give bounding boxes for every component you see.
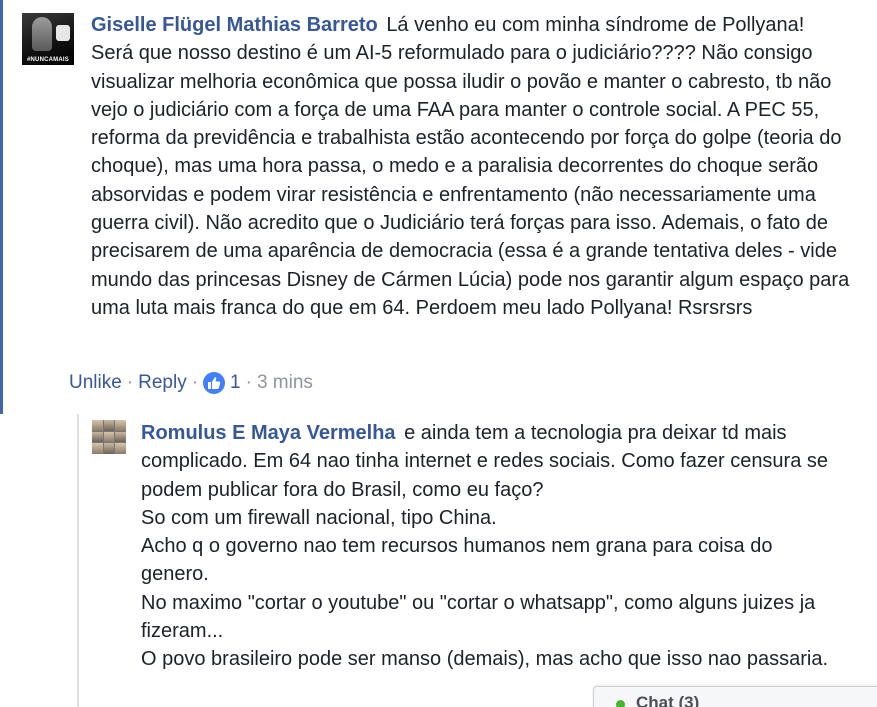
reply-thread-line <box>77 414 79 707</box>
online-status-icon <box>616 700 625 707</box>
chat-label: Chat (3) <box>636 693 700 707</box>
reply-line: O povo brasileiro pode ser manso (demais… <box>141 648 829 671</box>
reply-line: No maximo "cortar o youtube" ou "cortar … <box>141 591 816 643</box>
comment-timestamp[interactable]: 3 mins <box>257 369 313 397</box>
avatar-tag: #NUNCAMAIS <box>26 57 69 63</box>
reply-body: Romulus E Maya Vermelha e ainda tem a te… <box>141 419 841 674</box>
separator: · <box>191 372 199 393</box>
avatar[interactable]: #NUNCAMAIS <box>22 13 74 65</box>
reply-link[interactable]: Reply <box>138 369 187 397</box>
comment-thread: #NUNCAMAIS Giselle Flügel Mathias Barret… <box>0 0 877 707</box>
comment-actions: Unlike · Reply · 1 · 3 mins <box>69 369 313 397</box>
like-thumb-icon[interactable] <box>203 372 226 394</box>
avatar[interactable] <box>92 420 126 454</box>
unlike-link[interactable]: Unlike <box>69 369 122 397</box>
reply-line: So com um firewall nacional, tipo China. <box>141 506 497 529</box>
comment-body: Giselle Flügel Mathias Barreto Lá venho … <box>91 11 851 322</box>
reply-line: Romulus E Maya Vermelha e ainda tem a te… <box>141 419 841 504</box>
reply-line: Acho q o governo nao tem recursos humano… <box>141 535 773 586</box>
avatar-hand-icon <box>56 25 70 41</box>
chat-tab[interactable]: Chat (3) <box>593 686 877 707</box>
avatar-figure <box>32 17 52 51</box>
separator: · <box>245 372 252 393</box>
like-count[interactable]: 1 <box>230 369 241 397</box>
comment-text: Lá venho eu com minha síndrome de Pollya… <box>91 14 850 319</box>
comment-author-link[interactable]: Giselle Flügel Mathias Barreto <box>91 14 378 36</box>
comment-highlight-bar <box>0 0 3 414</box>
reply-author-link[interactable]: Romulus E Maya Vermelha <box>141 422 396 444</box>
separator: · <box>126 372 134 393</box>
